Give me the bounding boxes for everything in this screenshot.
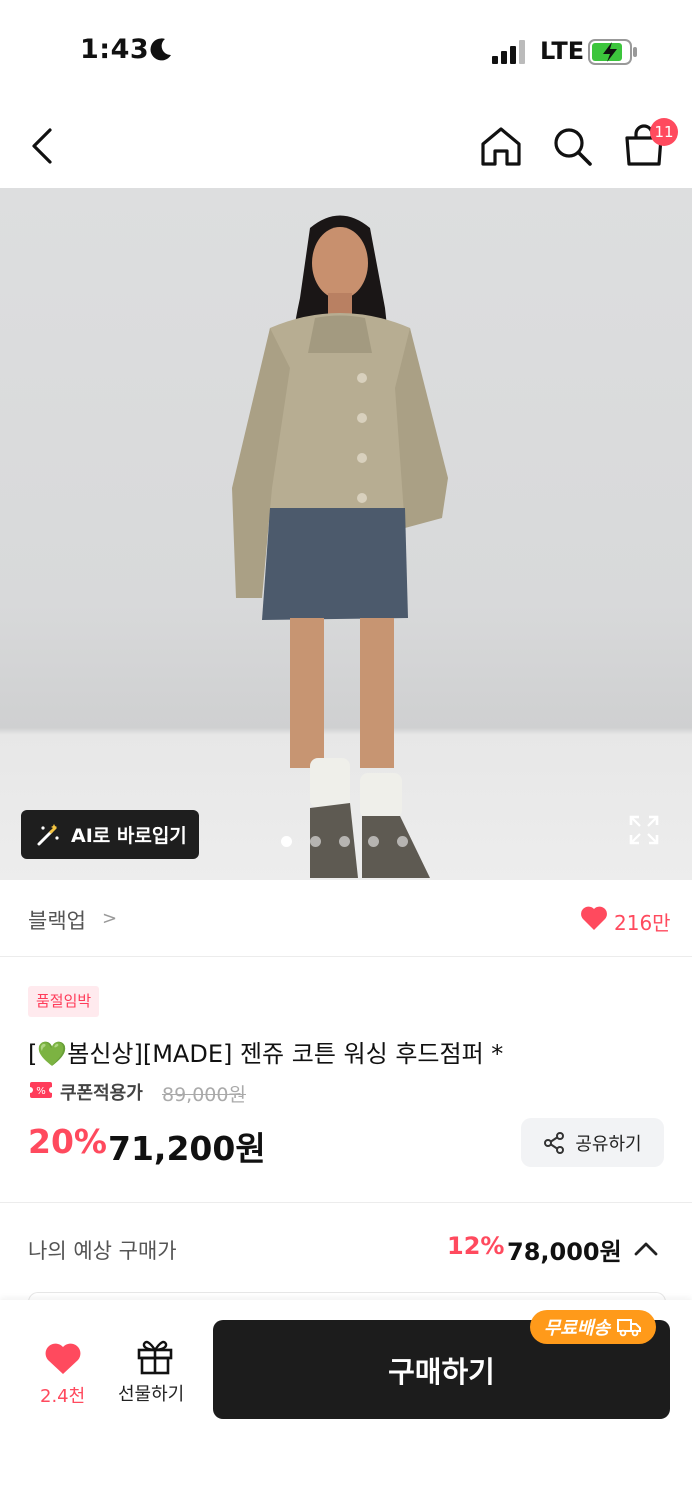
free-shipping-badge: 무료배송 xyxy=(530,1310,656,1344)
network-label: LTE xyxy=(540,37,585,65)
free-shipping-label: 무료배송 xyxy=(543,1318,611,1339)
divider xyxy=(0,956,692,957)
estimate-label: 나의 예상 구매가 xyxy=(28,1239,177,1263)
status-badge: 품절임박 xyxy=(28,986,100,1017)
product-title: [💚봄신상][MADE] 젠쥬 코튼 워싱 후드점퍼 * xyxy=(28,1040,504,1068)
ai-try-on-label: AI로 바로입기 xyxy=(71,825,187,847)
model-illustration xyxy=(232,215,448,878)
product-like-count: 2.4천 xyxy=(40,1386,86,1407)
estimate-discount: 12% xyxy=(447,1232,505,1260)
cart-count-badge: 11 xyxy=(650,118,678,146)
moon-icon xyxy=(150,38,171,61)
estimate-price: 78,000원 xyxy=(507,1238,622,1266)
battery-charging-icon xyxy=(588,39,637,65)
share-label: 공유하기 xyxy=(575,1133,642,1155)
carousel-dot[interactable] xyxy=(397,836,408,847)
carousel-dot[interactable] xyxy=(281,836,292,847)
product-image[interactable] xyxy=(0,188,692,880)
brand-chevron[interactable]: > xyxy=(102,908,117,929)
search-icon[interactable] xyxy=(550,124,594,168)
expand-icon[interactable] xyxy=(628,814,660,846)
carousel-indicator xyxy=(281,836,408,847)
carousel-dot[interactable] xyxy=(339,836,350,847)
ai-try-on-button[interactable]: AI로 바로입기 xyxy=(21,810,199,859)
discount-rate: 20% xyxy=(28,1122,107,1161)
status-time: 1:43 xyxy=(80,34,150,65)
gift-label[interactable]: 선물하기 xyxy=(118,1380,184,1406)
divider xyxy=(0,1202,692,1203)
brand-name[interactable]: 블랙업 xyxy=(28,905,86,935)
sale-price: 71,200원 xyxy=(108,1129,266,1168)
delivery-truck-icon xyxy=(617,1319,642,1337)
back-icon[interactable] xyxy=(26,126,60,166)
original-price: 89,000원 xyxy=(162,1084,246,1106)
chevron-up-icon[interactable] xyxy=(632,1236,660,1262)
coupon-price-label: 쿠폰적용가 xyxy=(60,1083,143,1104)
signal-icon xyxy=(492,40,525,64)
heart-icon[interactable] xyxy=(580,905,608,931)
share-button[interactable]: 공유하기 xyxy=(521,1118,664,1167)
carousel-dot[interactable] xyxy=(310,836,321,847)
share-icon xyxy=(544,1131,565,1154)
svg-text:%: % xyxy=(36,1086,46,1097)
heart-icon[interactable] xyxy=(44,1342,82,1376)
gift-icon[interactable] xyxy=(135,1336,175,1376)
brand-like-count: 216만 xyxy=(614,911,671,935)
carousel-dot[interactable] xyxy=(368,836,379,847)
magic-wand-icon xyxy=(37,823,59,845)
home-icon[interactable] xyxy=(478,124,524,168)
coupon-icon: % xyxy=(30,1082,52,1098)
